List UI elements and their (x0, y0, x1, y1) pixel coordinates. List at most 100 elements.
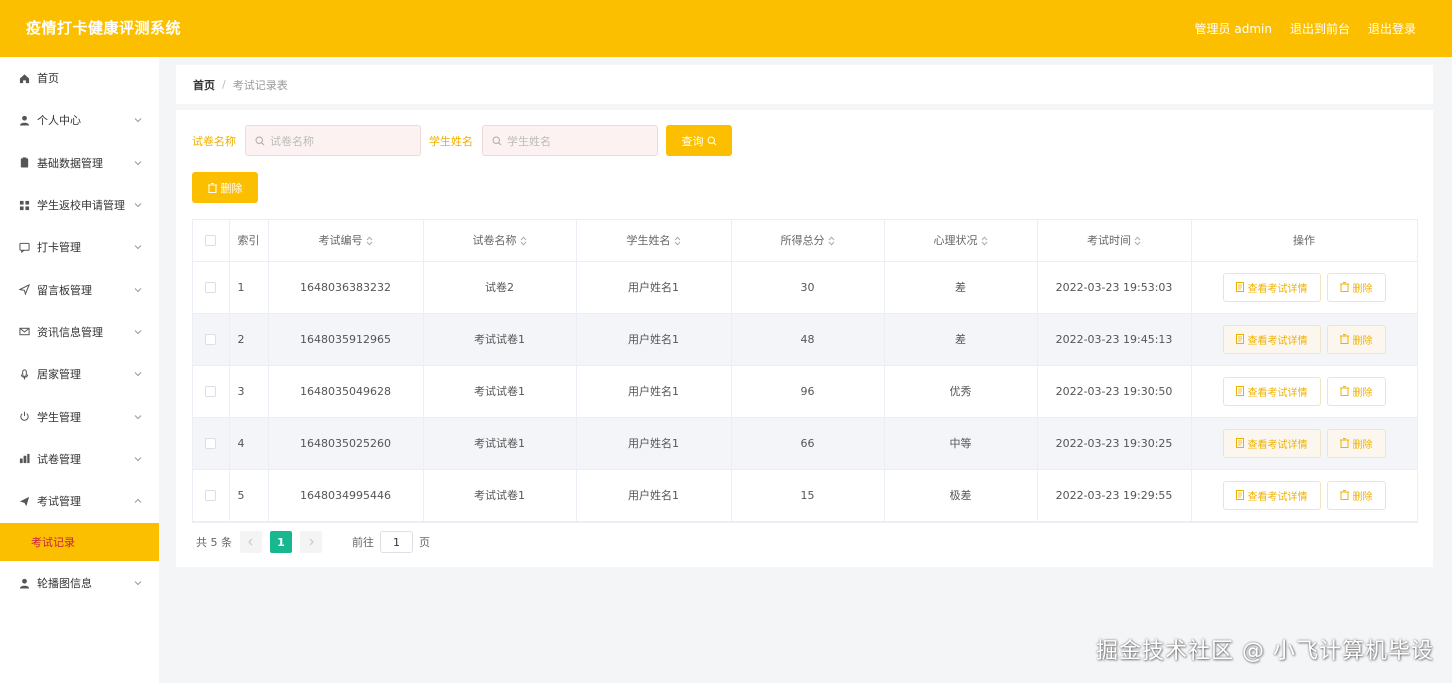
student-name-input[interactable]: 学生姓名 (482, 125, 658, 156)
front-link[interactable]: 退出到前台 (1290, 20, 1350, 37)
chevron-right-icon (309, 538, 314, 546)
batch-delete-label: 删除 (220, 181, 243, 195)
student-name-placeholder: 学生姓名 (507, 134, 551, 148)
chevron-down-icon (134, 414, 142, 419)
trash-icon (1339, 334, 1349, 344)
sidebar-item-personal[interactable]: 个人中心 (0, 99, 159, 141)
sidebar-item-home[interactable]: 首页 (0, 57, 159, 99)
row-checkbox[interactable] (205, 282, 217, 293)
chevron-down-icon (134, 581, 142, 586)
admin-label[interactable]: 管理员 admin (1195, 20, 1272, 37)
records-table: 索引 考试编号 试卷名称 学生姓名 所得总分 心理状况 考试时间 操作 1 16… (192, 219, 1418, 523)
search-icon (706, 135, 716, 145)
sort-icon[interactable] (981, 236, 988, 246)
cell-paper: 试卷2 (423, 261, 577, 314)
trash-icon (1339, 282, 1349, 292)
view-detail-button[interactable]: 查看考试详情 (1222, 324, 1321, 354)
column-header-student[interactable]: 学生姓名 (576, 220, 732, 262)
goto-page: 前往 1 页 (352, 531, 430, 553)
row-select-cell[interactable] (193, 469, 230, 522)
batch-delete-button[interactable]: 删除 (192, 172, 258, 203)
page-number-current[interactable]: 1 (270, 531, 292, 553)
column-header-label: 考试编号 (318, 234, 363, 248)
sidebar-item-home-quarantine[interactable]: 居家管理 (0, 353, 159, 395)
app-title: 疫情打卡健康评测系统 (26, 19, 182, 37)
sidebar-item-label: 打卡管理 (37, 241, 81, 255)
row-checkbox[interactable] (205, 438, 217, 449)
row-select-cell[interactable] (193, 417, 230, 470)
cell-time: 2022-03-23 19:29:55 (1037, 469, 1192, 522)
row-select-cell[interactable] (193, 365, 230, 418)
cell-mental: 差 (884, 261, 1038, 314)
cell-exam-id: 1648035912965 (268, 313, 424, 366)
document-icon (1235, 282, 1244, 292)
column-header-paper[interactable]: 试卷名称 (423, 220, 577, 262)
paper-plane-icon (18, 495, 30, 507)
row-select-cell[interactable] (193, 261, 230, 314)
top-header: 疫情打卡健康评测系统 管理员 admin 退出到前台 退出登录 (0, 0, 1452, 57)
sort-icon[interactable] (828, 236, 835, 246)
breadcrumb-current: 考试记录表 (232, 78, 288, 92)
sort-icon[interactable] (366, 236, 373, 246)
chevron-down-icon (134, 245, 142, 250)
logout-link[interactable]: 退出登录 (1368, 20, 1416, 37)
cell-mental: 中等 (884, 417, 1038, 470)
grid-icon (18, 199, 30, 211)
row-delete-button[interactable]: 删除 (1326, 272, 1386, 302)
paper-name-input[interactable]: 试卷名称 (245, 125, 421, 156)
column-header-score[interactable]: 所得总分 (731, 220, 885, 262)
sidebar-item-message-board[interactable]: 留言板管理 (0, 268, 159, 310)
select-all-checkbox[interactable] (205, 235, 217, 247)
view-detail-button[interactable]: 查看考试详情 (1222, 376, 1321, 406)
sort-icon[interactable] (1134, 236, 1141, 246)
chart-icon (18, 453, 30, 465)
sidebar-item-papers[interactable]: 试卷管理 (0, 438, 159, 480)
table-row: 5 1648034995446 考试试卷1 用户姓名1 15 极差 2022-0… (193, 469, 1418, 522)
column-header-exam-id[interactable]: 考试编号 (268, 220, 424, 262)
cell-index: 3 (229, 365, 269, 418)
row-checkbox[interactable] (205, 386, 217, 397)
sidebar-item-news[interactable]: 资讯信息管理 (0, 311, 159, 353)
breadcrumb-home[interactable]: 首页 (193, 77, 215, 93)
cell-actions: 查看考试详情 删除 (1191, 469, 1418, 522)
sidebar-item-checkin[interactable]: 打卡管理 (0, 226, 159, 268)
prev-page-button[interactable] (240, 531, 262, 553)
sidebar-item-exams[interactable]: 考试管理 (0, 480, 159, 522)
column-header-time[interactable]: 考试时间 (1037, 220, 1192, 262)
sidebar-item-label: 留言板管理 (37, 283, 92, 297)
row-select-cell[interactable] (193, 313, 230, 366)
sort-icon[interactable] (520, 236, 527, 246)
breadcrumb: 首页 / 考试记录表 (176, 65, 1433, 104)
row-delete-button[interactable]: 删除 (1326, 480, 1386, 510)
sidebar-item-label: 基础数据管理 (37, 156, 103, 170)
row-checkbox[interactable] (205, 334, 217, 345)
sidebar-item-carousel[interactable]: 轮播图信息 (0, 562, 159, 604)
cell-actions: 查看考试详情 删除 (1191, 313, 1418, 366)
row-delete-label: 删除 (1352, 439, 1373, 451)
sidebar-item-return-apply[interactable]: 学生返校申请管理 (0, 184, 159, 226)
goto-page-input[interactable]: 1 (380, 531, 413, 553)
row-checkbox[interactable] (205, 490, 217, 501)
column-header-mental[interactable]: 心理状况 (884, 220, 1038, 262)
view-detail-button[interactable]: 查看考试详情 (1222, 480, 1321, 510)
query-button[interactable]: 查询 (666, 125, 732, 156)
cell-index: 2 (229, 313, 269, 366)
paper-name-placeholder: 试卷名称 (270, 134, 314, 148)
view-detail-button[interactable]: 查看考试详情 (1222, 428, 1321, 458)
select-all-header[interactable] (193, 220, 230, 262)
view-detail-button[interactable]: 查看考试详情 (1222, 272, 1321, 302)
sidebar-item-basic-data[interactable]: 基础数据管理 (0, 142, 159, 184)
row-delete-button[interactable]: 删除 (1326, 324, 1386, 354)
sidebar-item-students[interactable]: 学生管理 (0, 395, 159, 437)
cell-score: 30 (731, 261, 885, 314)
row-delete-button[interactable]: 删除 (1326, 428, 1386, 458)
page-unit-label: 页 (419, 536, 430, 549)
sidebar-subitem-exam-records[interactable]: 考试记录 (0, 523, 159, 562)
view-detail-label: 查看考试详情 (1247, 387, 1308, 399)
power-icon (18, 411, 30, 423)
next-page-button[interactable] (300, 531, 322, 553)
sort-icon[interactable] (674, 236, 681, 246)
row-delete-button[interactable]: 删除 (1326, 376, 1386, 406)
view-detail-label: 查看考试详情 (1247, 283, 1308, 295)
sidebar-item-label: 资讯信息管理 (37, 325, 103, 339)
